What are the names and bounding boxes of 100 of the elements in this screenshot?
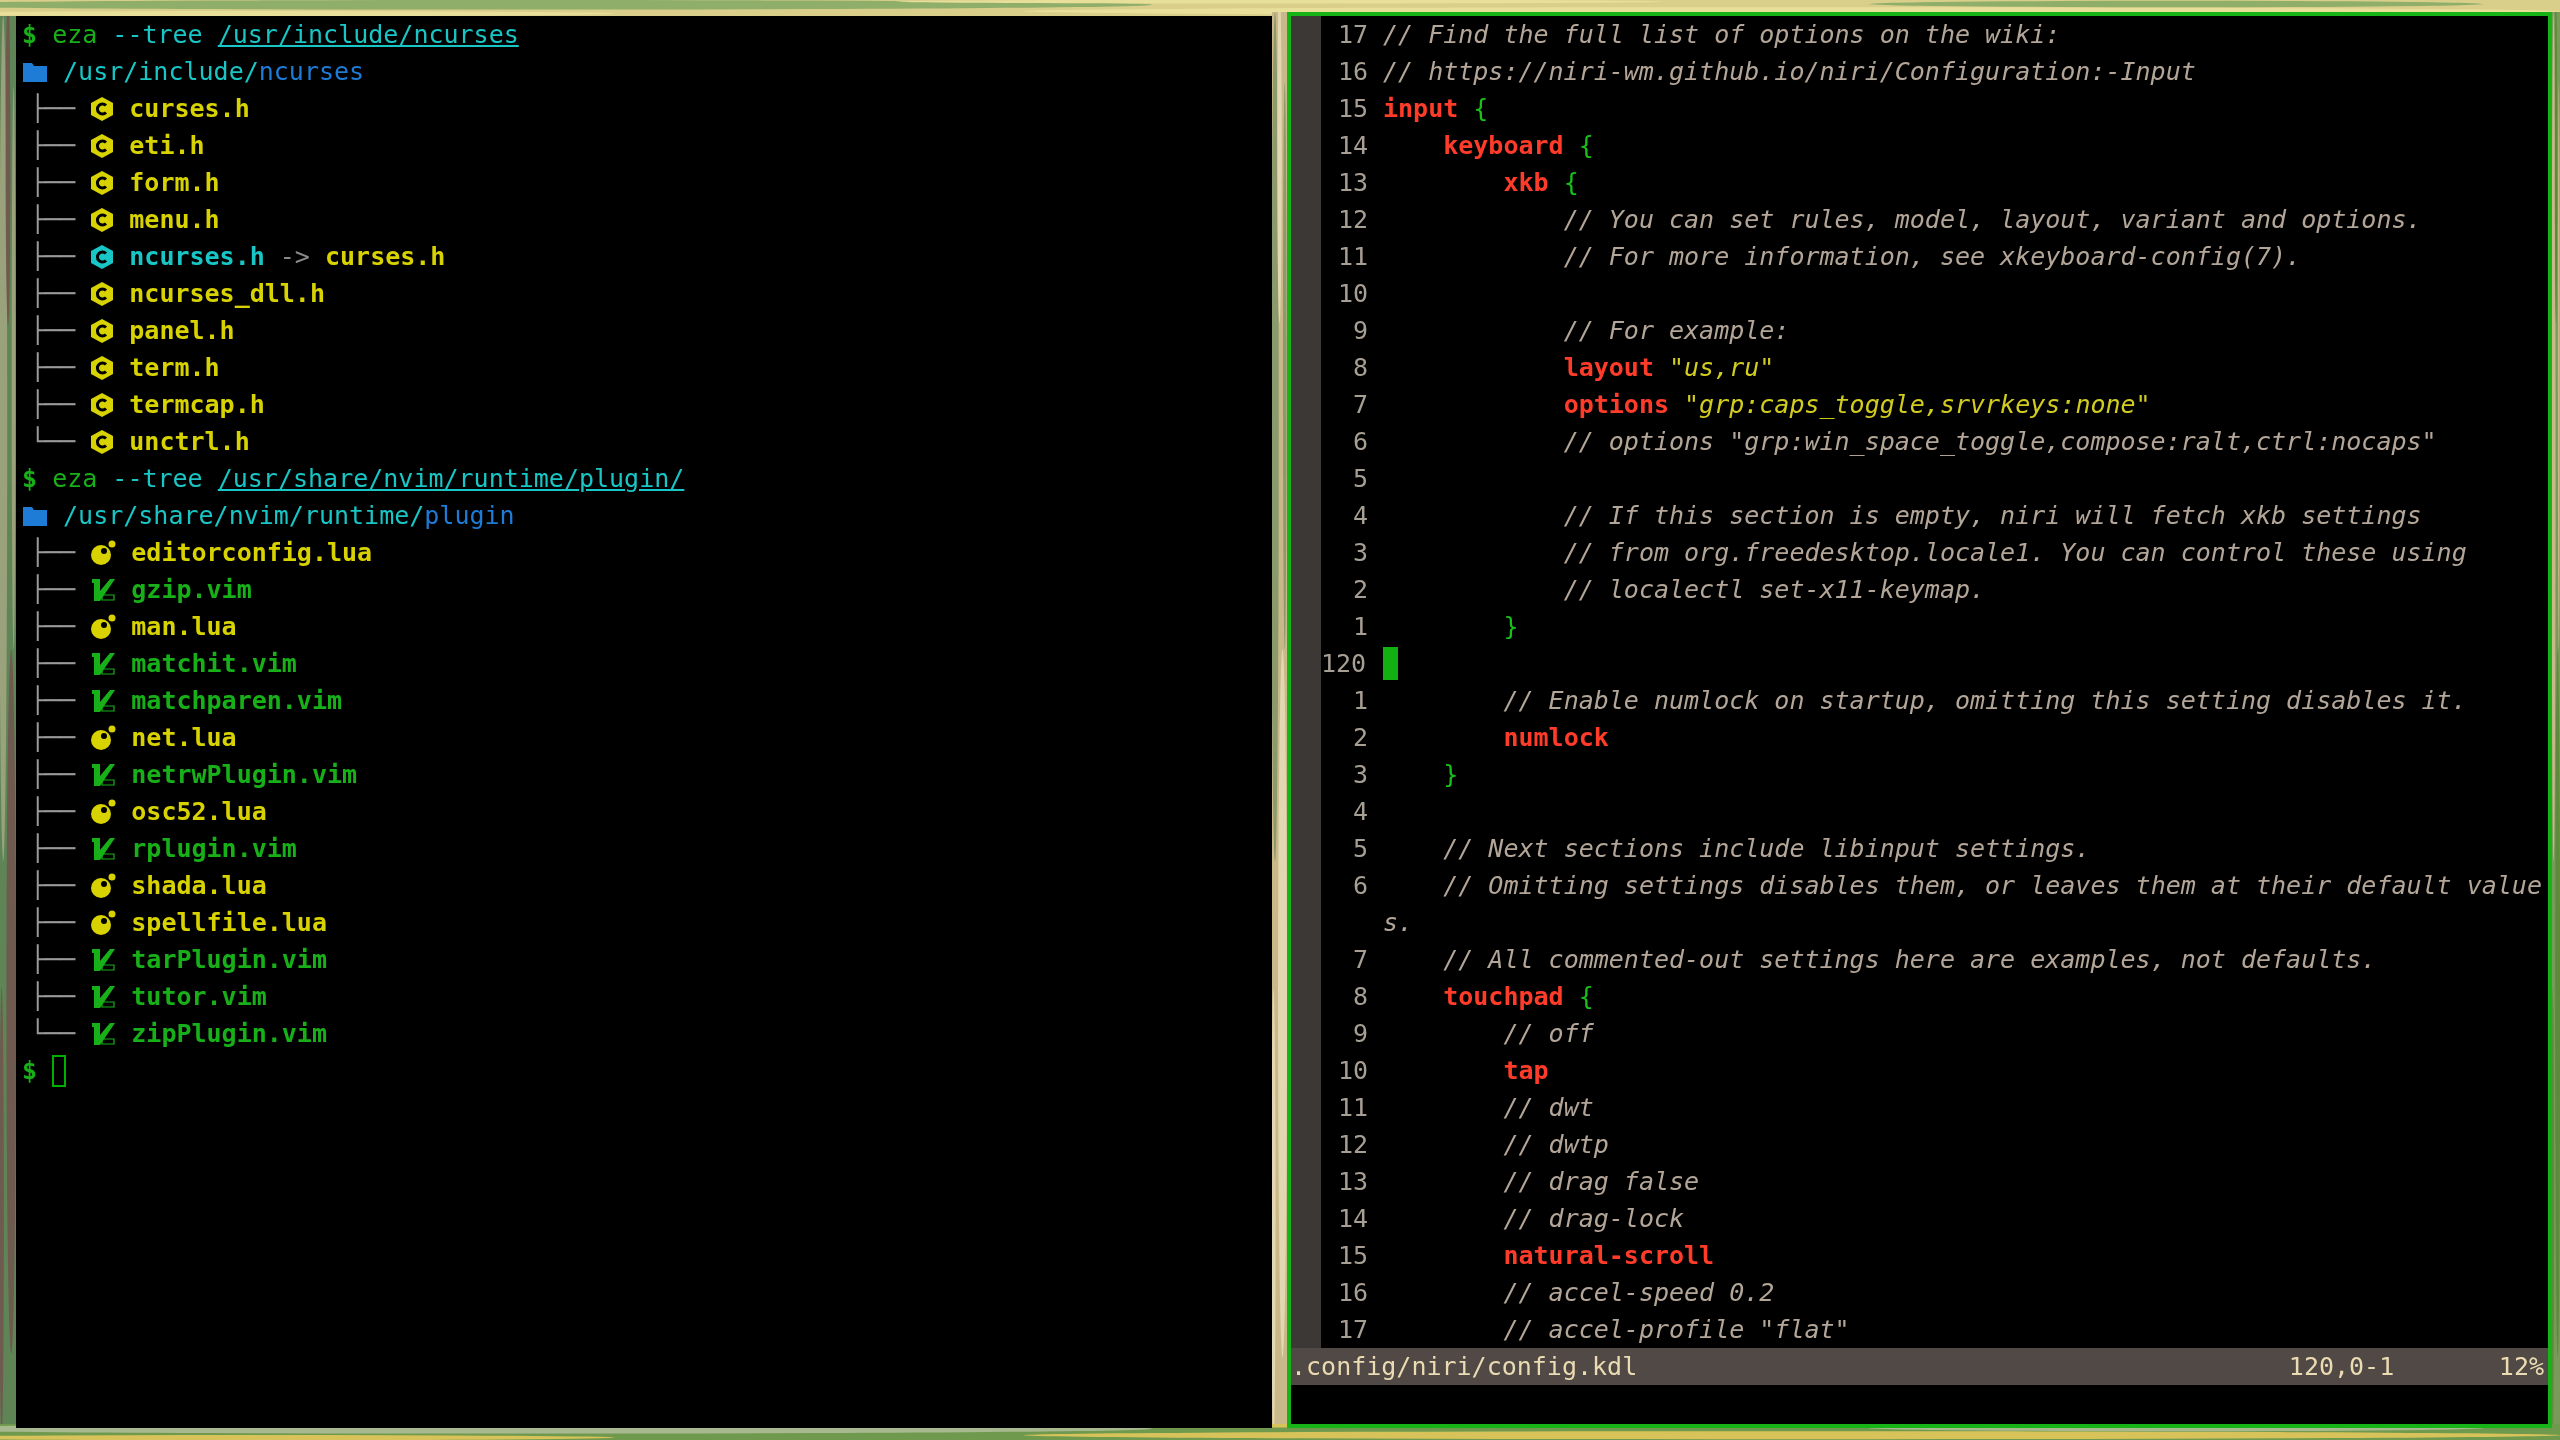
code-comment: // accel-profile "flat" — [1503, 1314, 1850, 1346]
code-comment: // Omitting settings disables them, or leaves them at their default value — [1443, 870, 2542, 902]
vim-icon — [90, 1020, 117, 1047]
line-number: 10 — [1336, 1055, 1369, 1087]
vim-icon — [90, 761, 117, 788]
file-name: form.h — [129, 167, 220, 199]
tree-branch: ├── — [30, 869, 76, 902]
line-number: 6 — [1351, 870, 1369, 902]
file-name: osc52.lua — [131, 796, 267, 828]
tree-branch: ├── — [30, 906, 76, 939]
line-number: 11 — [1336, 1092, 1369, 1124]
line-number: 16 — [1336, 56, 1369, 88]
tree-branch: ├── — [30, 573, 76, 606]
code-string: "grp:caps_toggle,srvrkeys:none" — [1684, 389, 2151, 421]
file-name: spellfile.lua — [131, 907, 327, 939]
tree-branch: └── — [30, 425, 76, 458]
hexagon-c-icon — [90, 206, 115, 233]
code-comment: // drag-lock — [1503, 1203, 1685, 1235]
code-keyword: keyboard — [1443, 130, 1564, 162]
code-keyword: natural-scroll — [1503, 1240, 1715, 1272]
tree-branch: └── — [30, 1017, 76, 1050]
line-number: 12 — [1336, 1129, 1369, 1161]
scroll-percent: 12% — [2498, 1351, 2544, 1383]
line-number: 9 — [1351, 315, 1369, 347]
hexagon-c-icon — [90, 354, 115, 381]
moon-dot-icon — [90, 909, 117, 936]
tree-branch: ├── — [30, 795, 76, 828]
sign-column — [1291, 16, 1321, 53]
hexagon-c-icon — [90, 95, 115, 122]
line-number: 10 — [1336, 278, 1369, 310]
tree-branch: ├── — [30, 684, 76, 717]
code-comment: // localectl set-x11-keymap. — [1563, 574, 1986, 606]
file-name: matchit.vim — [131, 648, 297, 680]
line-number: 8 — [1351, 981, 1369, 1013]
cursor-position: 120,0-1 — [2288, 1351, 2396, 1383]
line-number: 1 — [1351, 611, 1369, 643]
file-name: term.h — [129, 352, 220, 384]
code-keyword: options — [1563, 389, 1669, 421]
file-name: ncurses.h — [129, 241, 265, 273]
code-comment: // For example: — [1563, 315, 1790, 347]
code-brace: } — [1443, 759, 1459, 791]
sign-column — [1291, 1311, 1321, 1348]
line-number: 4 — [1351, 796, 1369, 828]
file-name: tarPlugin.vim — [131, 944, 327, 976]
line-number: 2 — [1351, 574, 1369, 606]
code-comment: // If this section is empty, niri will fetch xkb settings — [1563, 500, 2422, 532]
line-number: 7 — [1351, 944, 1369, 976]
hexagon-c-icon — [90, 280, 115, 307]
hexagon-c-icon — [90, 169, 115, 196]
moon-dot-icon — [90, 724, 117, 751]
tree-branch: ├── — [30, 388, 76, 421]
file-name: gzip.vim — [131, 574, 252, 606]
line-number: 16 — [1336, 1277, 1369, 1309]
code-keyword: xkb — [1503, 167, 1549, 199]
file-name: curses.h — [129, 93, 250, 125]
code-comment: // drag false — [1503, 1166, 1700, 1198]
line-number: 15 — [1336, 1240, 1369, 1272]
tree-branch: ├── — [30, 166, 76, 199]
code-comment: // Enable numlock on startup, omitting this setting disables it. — [1503, 685, 2467, 717]
tree-branch: ├── — [30, 980, 76, 1013]
line-number: 2 — [1351, 722, 1369, 754]
tree-branch: ├── — [30, 277, 76, 310]
line-number: 13 — [1336, 1166, 1369, 1198]
line-number: 3 — [1351, 759, 1369, 791]
hexagon-c-icon — [90, 243, 115, 270]
tree-branch: ├── — [30, 351, 76, 384]
code-comment: // off — [1503, 1018, 1594, 1050]
tree-branch: ├── — [30, 721, 76, 754]
hexagon-c-icon — [90, 391, 115, 418]
file-name: panel.h — [129, 315, 235, 347]
code-comment: // For more information, see xkeyboard-config(7). — [1563, 241, 2302, 273]
tree-branch: ├── — [30, 647, 76, 680]
file-name: matchparen.vim — [131, 685, 342, 717]
code-comment: // All commented-out settings here are examples, not defaults. — [1443, 944, 2377, 976]
code-comment: // options "grp:win_space_toggle,compose:ralt,ctrl:nocaps" — [1563, 426, 2437, 458]
line-number: 13 — [1336, 167, 1369, 199]
file-path: .config/niri/config.kdl — [1291, 1351, 1638, 1383]
line-number: 14 — [1336, 130, 1369, 162]
code-brace: { — [1578, 130, 1594, 162]
moon-dot-icon — [90, 798, 117, 825]
file-name: menu.h — [129, 204, 220, 236]
code-comment: // dwtp — [1503, 1129, 1609, 1161]
vim-icon — [90, 835, 117, 862]
command-path: /usr/share/nvim/runtime/plugin/ — [217, 463, 685, 495]
vim-icon — [90, 983, 117, 1010]
command-path: /usr/include/ncurses — [217, 19, 519, 51]
code-comment: // Find the full list of options on the wiki: — [1383, 19, 2061, 51]
code-brace: { — [1563, 167, 1579, 199]
prompt-symbol: $ — [22, 1055, 38, 1087]
file-name: termcap.h — [129, 389, 265, 421]
line-number: 17 — [1336, 19, 1369, 51]
tree-branch: ├── — [30, 92, 76, 125]
line-number: 14 — [1336, 1203, 1369, 1235]
tree-branch: ├── — [30, 536, 76, 569]
line-number: 7 — [1351, 389, 1369, 421]
line-number: 17 — [1336, 1314, 1369, 1346]
code-brace: } — [1503, 611, 1519, 643]
line-number: 8 — [1351, 352, 1369, 384]
hexagon-c-icon — [90, 317, 115, 344]
file-name: tutor.vim — [131, 981, 267, 1013]
